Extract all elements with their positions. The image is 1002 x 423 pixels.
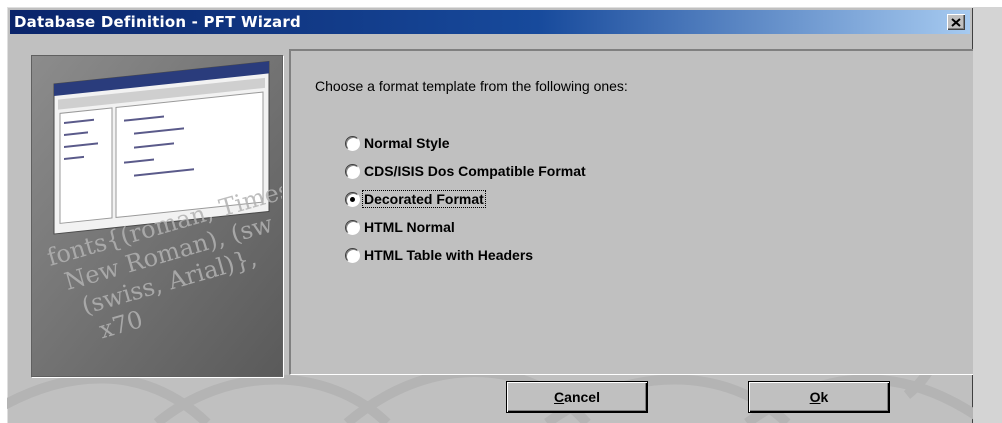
radio-button[interactable]: [345, 247, 360, 263]
radio-button-selected[interactable]: [345, 191, 360, 207]
ok-label: k: [820, 389, 829, 405]
option-normal-style[interactable]: Normal Style: [345, 129, 587, 157]
title-bar[interactable]: Database Definition - PFT Wizard: [10, 10, 970, 34]
radio-button[interactable]: [345, 219, 360, 235]
cancel-mnemonic: C: [554, 389, 565, 405]
option-label[interactable]: Normal Style: [363, 135, 451, 151]
radio-button[interactable]: [345, 135, 360, 151]
option-html-normal[interactable]: HTML Normal: [345, 213, 587, 241]
option-label[interactable]: HTML Normal: [363, 219, 456, 235]
illustration-graphic: fonts{(roman, Times New Roman), (sw (swi…: [32, 56, 282, 376]
instruction-text: Choose a format template from the follow…: [315, 78, 628, 94]
window-title: Database Definition - PFT Wizard: [14, 13, 301, 31]
desktop-background: [973, 7, 1002, 423]
close-icon: [951, 17, 961, 27]
cancel-label: ancel: [564, 389, 600, 405]
option-decorated-format[interactable]: Decorated Format: [345, 185, 587, 213]
option-label[interactable]: HTML Table with Headers: [363, 247, 534, 263]
ok-button[interactable]: Ok: [749, 382, 889, 412]
format-options-panel: Choose a format template from the follow…: [289, 49, 973, 375]
wizard-window: Database Definition - PFT Wizard fonts{(…: [7, 7, 973, 423]
option-label[interactable]: CDS/ISIS Dos Compatible Format: [363, 163, 587, 179]
cancel-button[interactable]: Cancel: [507, 382, 647, 412]
option-label[interactable]: Decorated Format: [362, 190, 486, 208]
ok-mnemonic: O: [809, 389, 821, 405]
radio-button[interactable]: [345, 163, 360, 179]
option-html-table-headers[interactable]: HTML Table with Headers: [345, 241, 587, 269]
format-radio-group: Normal Style CDS/ISIS Dos Compatible For…: [345, 129, 587, 269]
wizard-illustration: fonts{(roman, Times New Roman), (sw (swi…: [31, 55, 283, 377]
close-button[interactable]: [947, 14, 965, 30]
option-cds-isis-dos-format[interactable]: CDS/ISIS Dos Compatible Format: [345, 157, 587, 185]
